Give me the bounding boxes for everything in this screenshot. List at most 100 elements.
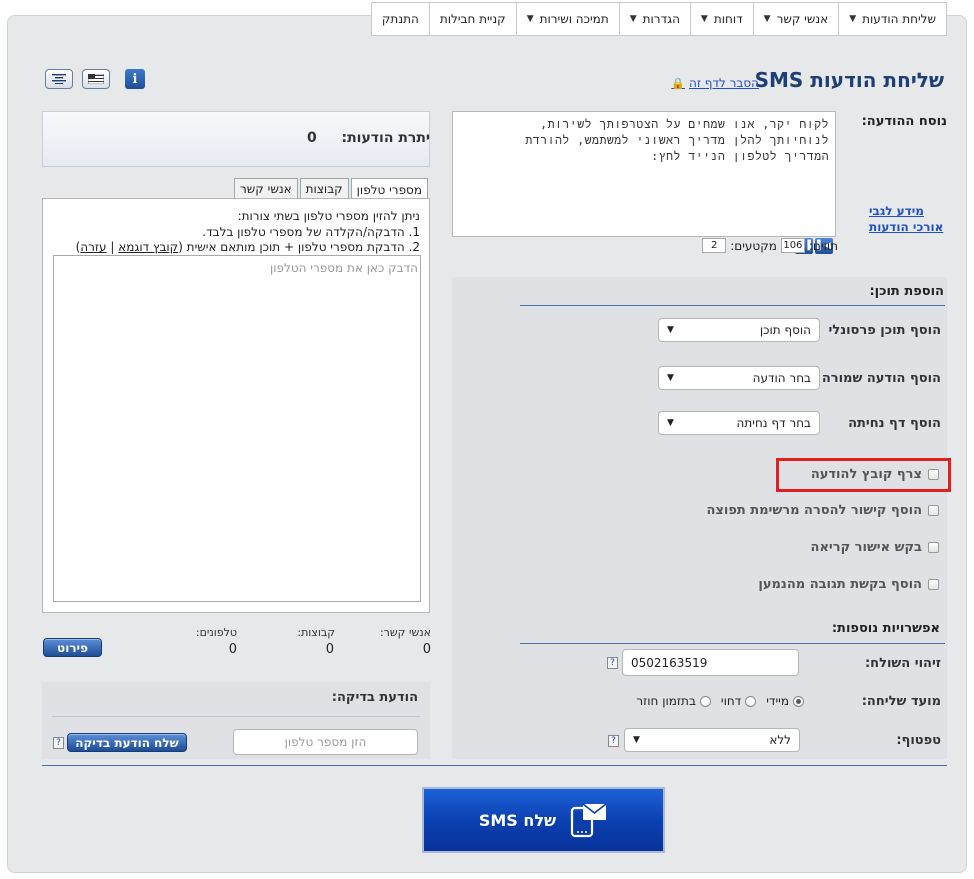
recipient-tabs: מספרי טלפון קבוצות אנשי קשר (234, 178, 428, 200)
nav-settings[interactable]: הגדרות ▼ (618, 3, 690, 35)
unsubscribe-link-checkbox-row[interactable]: הוסף קישור להסרה מרשימת תפוצה (706, 503, 939, 518)
saved-message-select[interactable]: בחר הודעה ▼ (658, 366, 820, 390)
radio-recurring[interactable] (699, 695, 711, 707)
divider (52, 716, 420, 717)
quota-value: 0 (307, 130, 317, 146)
sender-id-input[interactable]: 0502163519 (622, 649, 799, 676)
radio-label: דחוי (720, 694, 742, 708)
checkbox-label: בקש אישור קריאה (810, 540, 922, 555)
radio-immediate[interactable] (793, 695, 804, 707)
sample-file-link[interactable]: קובץ דוגמא (118, 240, 178, 254)
message-label: נוסח ההודעה: (861, 114, 947, 129)
radio-delayed[interactable] (745, 695, 757, 707)
chars-label: תווים: (808, 238, 838, 253)
dropdown-arrow-icon: ▼ (667, 418, 674, 428)
personal-content-label: הוסף תוכן פרסונלי (828, 323, 941, 338)
help-question-icon[interactable]: ? (53, 737, 64, 749)
checkbox-label: הוסף קישור להסרה מרשימת תפוצה (706, 503, 922, 518)
personal-content-select[interactable]: הוסף תוכן ▼ (658, 318, 820, 342)
tab-groups[interactable]: קבוצות (299, 178, 349, 199)
throttle-select[interactable]: ללא ▼ (624, 728, 800, 752)
radio-label: מיידי (766, 694, 789, 708)
checkbox[interactable] (928, 579, 939, 590)
details-button[interactable]: פירוט (43, 638, 102, 657)
contacts-count-label: אנשי קשר: (379, 626, 431, 639)
nav-label: הגדרות (642, 12, 680, 26)
add-content-section (452, 277, 947, 759)
phones-count-value: 0 (228, 642, 237, 657)
select-value: ללא (769, 733, 791, 747)
top-nav: שליחת הודעות ▼ אנשי קשר ▼ דוחות ▼ הגדרות ▼ ת… (370, 2, 947, 36)
caret-down-icon: ▼ (763, 14, 771, 24)
landing-page-select[interactable]: בחר דף נחיתה ▼ (658, 411, 820, 435)
throttle-label: טפטוף: (896, 733, 941, 748)
align-icon-svg (52, 74, 66, 84)
groups-count-label: קבוצות: (297, 626, 335, 639)
message-length-info-link[interactable]: מידע לגבי אורכי הודעות (869, 203, 949, 235)
nav-send-messages[interactable]: שליחת הודעות ▼ (838, 3, 946, 35)
flag-icon[interactable] (82, 69, 110, 89)
phones-instruction-2: 2. הדבקת מספרי טלפון + תוכן מותאם אישית … (76, 240, 420, 254)
additional-options-title: אפשרויות נוספות: (831, 621, 940, 636)
test-phone-input[interactable]: הזן מספר טלפון (233, 729, 418, 755)
select-value: בחר הודעה (752, 371, 811, 385)
checkbox[interactable] (928, 542, 939, 553)
groups-count-value: 0 (325, 642, 334, 657)
message-textarea[interactable]: לקוח יקר, אנו שמחים על הצטרפותך לשירות, … (452, 111, 836, 237)
send-timing-label: מועד שליחה: (861, 694, 941, 709)
sender-id-label: זיהוי השולח: (864, 656, 941, 671)
read-receipt-checkbox-row[interactable]: בקש אישור קריאה (811, 540, 939, 555)
saved-message-label: הוסף הודעה שמורה (821, 371, 941, 386)
tab-phone-numbers[interactable]: מספרי טלפון (350, 178, 428, 200)
phones-instruction-1: 1. הדבקה/הקלדה של מספרי טלפון בלבד. (202, 225, 420, 239)
phones-intro: ניתן להזין מספרי טלפון בשתי צורות: (237, 209, 420, 223)
help-question-icon[interactable]: ? (608, 735, 619, 747)
nav-reports[interactable]: דוחות ▼ (689, 3, 753, 35)
phones-placeholder: הדבק כאן את מספרי הטלפון (269, 261, 418, 275)
dropdown-arrow-icon: ▼ (667, 325, 674, 335)
dropdown-arrow-icon: ▼ (633, 735, 640, 745)
select-value: הוסף תוכן (759, 323, 811, 337)
nav-label: אנשי קשר (776, 12, 829, 26)
send-sms-label: שלח SMS (478, 810, 557, 830)
dropdown-arrow-icon: ▼ (667, 373, 674, 383)
message-counter: תווים: 106 מקטעים: 2 (702, 238, 838, 253)
segments-label: מקטעים: (730, 238, 777, 253)
send-test-button[interactable]: שלח הודעת בדיקה (67, 733, 187, 752)
nav-logout[interactable]: התנתק (372, 3, 429, 35)
landing-page-label: הוסף דף נחיתה (848, 416, 941, 431)
caret-down-icon: ▼ (849, 14, 857, 24)
reply-request-checkbox-row[interactable]: הוסף בקשת תגובה מהנמען (758, 577, 939, 592)
quota-label: יתרת הודעות: (341, 130, 431, 146)
nav-label: תמיכה ושירות (539, 12, 609, 26)
divider (42, 765, 947, 766)
send-sms-button[interactable]: שלח SMS (422, 787, 665, 853)
phones-textarea[interactable] (53, 255, 421, 602)
highlight-box (776, 458, 951, 492)
help-link[interactable]: הסבר לדף זה 🔒 (671, 76, 759, 90)
align-icon[interactable] (45, 69, 73, 89)
nav-label: דוחות (713, 12, 743, 26)
chars-count: 106 (780, 238, 805, 253)
help-question-icon[interactable]: ? (607, 657, 618, 669)
nav-label: שליחת הודעות (862, 12, 936, 26)
nav-buy-packages[interactable]: קניית חבילות (428, 3, 516, 35)
lock-icon: 🔒 (671, 76, 685, 90)
tab-contacts[interactable]: אנשי קשר (234, 178, 298, 199)
help-link-text[interactable]: הסבר לדף זה (689, 76, 759, 90)
caret-down-icon: ▼ (526, 14, 534, 24)
contacts-count-value: 0 (422, 642, 431, 657)
info-icon[interactable]: i (125, 69, 145, 89)
select-value: בחר דף נחיתה (736, 416, 811, 430)
test-message-title: הודעת בדיקה: (331, 690, 418, 705)
nav-support[interactable]: תמיכה ושירות ▼ (515, 3, 619, 35)
instruction-text: 2. הדבקת מספרי טלפון + תוכן מותאם אישית … (178, 240, 420, 254)
checkbox[interactable] (928, 505, 939, 516)
nav-contacts[interactable]: אנשי קשר ▼ (752, 3, 839, 35)
help-link[interactable]: עזרה (80, 240, 106, 254)
caret-down-icon: ▼ (629, 14, 637, 24)
phone-envelope-icon (571, 803, 607, 838)
segments-count: 2 (702, 238, 727, 253)
add-content-title: הוספת תוכן: (869, 284, 944, 299)
caret-down-icon: ▼ (700, 14, 708, 24)
